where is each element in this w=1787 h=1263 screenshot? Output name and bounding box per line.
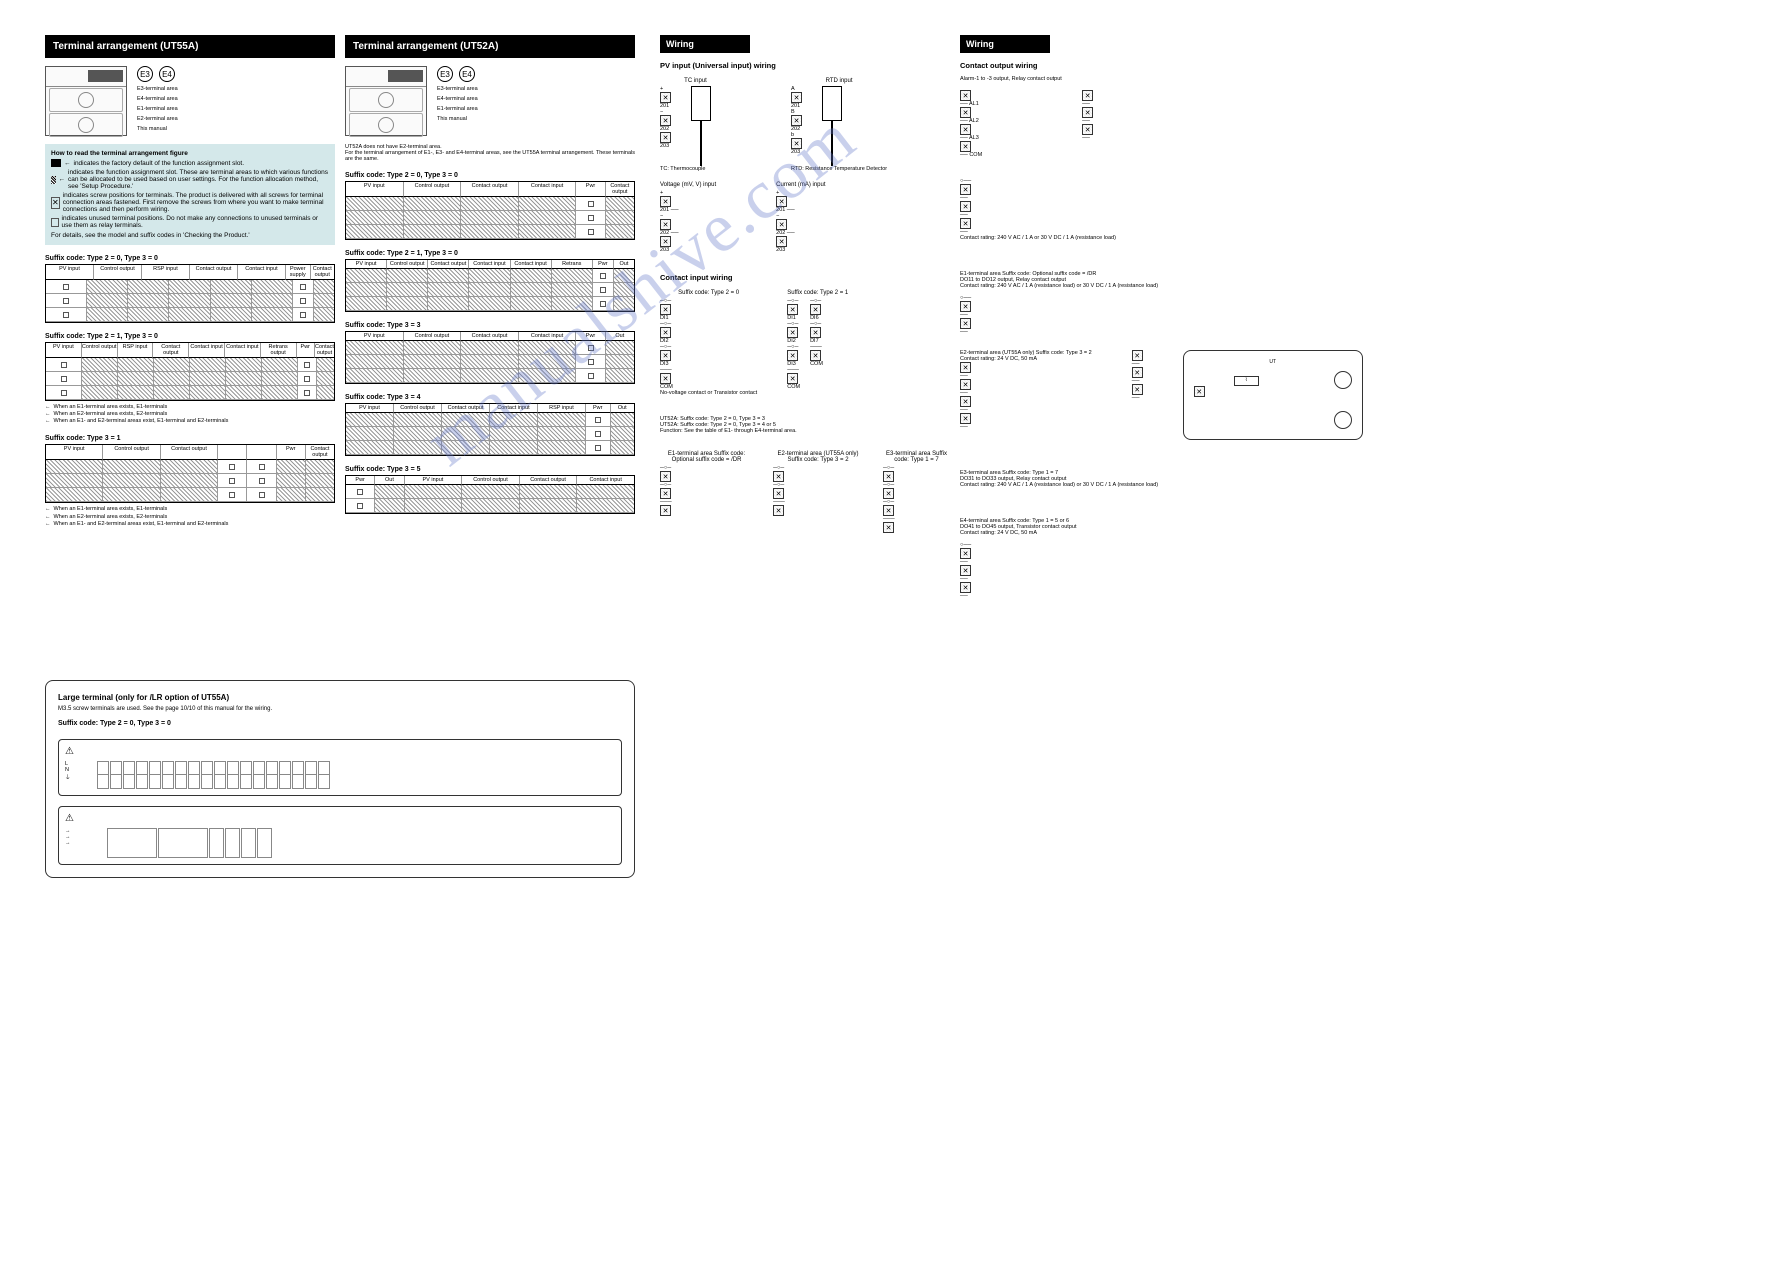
col-wiring-2: Wiring Contact output wiring Alarm-1 to … [960,35,1400,619]
do-e2: ✕ ── ✕ ── ✕ ── ✕ ── [960,362,1092,430]
di-e3: E3-terminal area Suffix code: Type 1 = 7… [883,449,950,533]
unit-diagram-ut52a: E3 E4 E3-terminal area E4-terminal area … [345,66,635,136]
lr-tb1: Suffix code: Type 2 = 0, Type 3 = 0 [58,720,328,729]
col-ut55a: Terminal arrangement (UT55A) E3 E4 E3-te… [45,35,335,532]
do-e1: ○── ✕ ── ✕ ── [960,295,1400,335]
e4-caption: E4-terminal area [137,96,178,102]
tb-ut55a-2: Suffix code: Type 2 = 1, Type 3 = 0 PV i… [45,333,335,425]
tb2-notes: ← When an E1-terminal area exists, E1-te… [45,404,335,425]
e2-caption: E2-terminal area [137,116,178,122]
wiring-pv: PV input (Universal input) wiring TC inp… [660,61,950,253]
do-contact: ○── ✕ ── ✕ ── ✕ ── [960,178,1400,235]
rtd-probe-icon [802,86,862,166]
tb-ut55a-1: Suffix code: Type 2 = 0, Type 3 = 0 PV i… [45,255,335,323]
pv-tc: TC input + ✕201 − ✕202 ✕203 TC: Thermoco… [660,76,731,172]
di-e2: E2-terminal area (UT55A only) Suffix cod… [773,449,863,533]
relay-circuit: UT ✕ ⌇ [1183,350,1363,440]
wiring-do: Contact output wiring Alarm-1 to -3 outp… [960,61,1400,599]
legend-details: For details, see the model and suffix co… [51,232,329,239]
legend-box: How to read the terminal arrangement fig… [45,144,335,245]
unit-box [45,66,127,136]
pv-current: Current (mA) input + ✕201 ── − ✕202 ── ✕… [776,180,825,253]
di-t21: Suffix code: Type 2 = 1 ─○─ ✕ DI1 ─○─ ✕ … [787,288,848,396]
do-alarm-a: ✕ ── AL1 ✕ ── AL2 ✕ ── AL3 ✕ ── COM [960,90,982,158]
tb-ut52a-5: Suffix code: Type 3 = 5 PwrOutPV inputCo… [345,466,635,514]
do-alarm-b: ✕ ── ✕ ── ✕ ── [1082,90,1093,158]
legend-screw: indicates screw positions for terminals.… [63,192,329,213]
col-ut52a: Terminal arrangement (UT52A) E3 E4 E3-te… [345,35,635,518]
label-e4-2: E4 [459,66,475,82]
lr-img-2: →→→ [58,806,622,865]
legend-title: How to read the terminal arrangement fig… [51,150,329,157]
do-e2b: ✕ ── ✕ ── ✕ ── [1132,350,1143,401]
warning-icon [65,746,77,757]
unit-diagram-ut55a: E3 E4 E3-terminal area E4-terminal area … [45,66,335,136]
do-e4: ○── ✕ ── ✕ ── ✕ ── [960,542,1400,599]
tb-ut52a-4: Suffix code: Type 3 = 4 PV inputControl … [345,394,635,456]
header-wiring-2: Wiring [960,35,1050,53]
header-ut52a: Terminal arrangement (UT52A) [345,35,635,58]
label-e3: E3 [137,66,153,82]
lr-img-1: LN⏚ for(let i=0;i<18;i++)document.write(… [58,739,622,796]
legend-black: indicates the factory default of the fun… [74,160,245,167]
di-e1: E1-terminal area Suffix code: Optional s… [660,449,753,533]
tb-ut52a-1: Suffix code: Type 2 = 0, Type 3 = 0 PV i… [345,172,635,240]
tb-title-1: Suffix code: Type 2 = 0, Type 3 = 0 [45,255,335,262]
tb-title-2: Suffix code: Type 2 = 1, Type 3 = 0 [45,333,335,340]
ut52a-desc: UT52A does not have E2-terminal area. Fo… [345,144,635,162]
pv-voltage: Voltage (mV, V) input + ✕201 ── − ✕202 ─… [660,180,716,253]
tc-probe-icon [671,86,731,166]
lr-title: Large terminal (only for /LR option of U… [58,693,622,702]
tb-ut55a-3: Suffix code: Type 3 = 1 PV inputControl … [45,435,335,527]
tb-title-3: Suffix code: Type 3 = 1 [45,435,335,442]
tb-ut52a-2: Suffix code: Type 2 = 1, Type 3 = 0 PV i… [345,250,635,312]
header-wiring-1: Wiring [660,35,750,53]
col-wiring-1: Wiring PV input (Universal input) wiring… [660,35,950,553]
label-e3-2: E3 [437,66,453,82]
warning-icon-2 [65,813,77,824]
header-ut55a: Terminal arrangement (UT55A) [45,35,335,58]
di-t20: Suffix code: Type 2 = 0 ─○─ ✕ DI1 ─○─ ✕ … [660,288,757,396]
e1-caption: E1-terminal area [137,106,178,112]
std-caption: This manual [137,126,178,132]
legend-hatch: indicates the function assignment slot. … [68,169,329,190]
label-e4: E4 [159,66,175,82]
lr-note: M3.5 screw terminals are used. See the p… [58,706,622,712]
legend-empty: indicates unused terminal positions. Do … [62,215,329,229]
wiring-di: Contact input wiring Suffix code: Type 2… [660,273,950,533]
tb-ut52a-3: Suffix code: Type 3 = 3 PV inputControl … [345,322,635,384]
e3-caption: E3-terminal area [137,86,178,92]
tb3-notes: ← When an E1-terminal area exists, E1-te… [45,506,335,527]
pv-rtd: RTD input A ✕201 B ✕202 b ✕203 RTD: Resi… [791,76,887,172]
large-terminal-box: Large terminal (only for /LR option of U… [45,680,635,878]
page: Terminal arrangement (UT55A) E3 E4 E3-te… [0,0,1787,80]
